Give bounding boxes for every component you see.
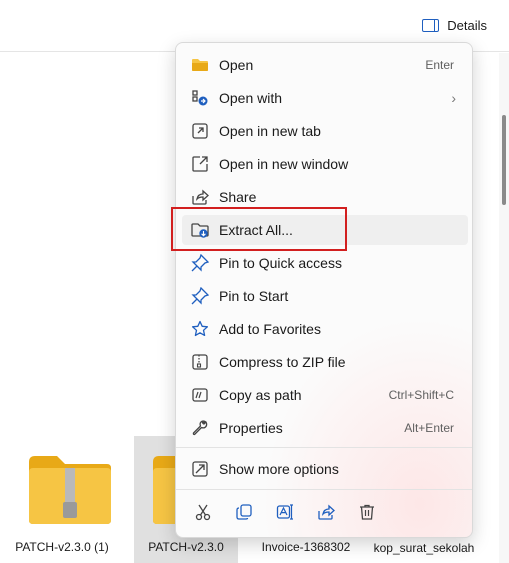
rename-icon xyxy=(276,504,293,520)
menu-item-open-with[interactable]: Open with › xyxy=(182,83,468,113)
menu-shortcut: Ctrl+Shift+C xyxy=(388,388,454,402)
scrollbar-thumb[interactable] xyxy=(502,115,506,205)
menu-item-open[interactable]: Open Enter xyxy=(182,50,468,80)
menu-label: Compress to ZIP file xyxy=(219,354,346,370)
pin-start-icon xyxy=(191,287,209,305)
menu-label: Properties xyxy=(219,420,283,436)
open-with-icon xyxy=(192,90,208,106)
file-name: PATCH-v2.3.0 (1) xyxy=(15,540,109,554)
delete-icon xyxy=(359,504,374,520)
cut-button[interactable] xyxy=(182,495,223,529)
zip-folder-icon xyxy=(29,456,111,524)
menu-label: Open in new tab xyxy=(219,123,321,139)
menu-label: Copy as path xyxy=(219,387,302,403)
quick-actions-bar xyxy=(182,495,468,529)
file-tile[interactable]: PATCH-v2.3.0 (1) xyxy=(10,436,114,563)
rename-button[interactable] xyxy=(264,495,305,529)
share-icon xyxy=(317,504,335,520)
menu-label: Add to Favorites xyxy=(219,321,321,337)
details-button[interactable]: Details xyxy=(422,14,487,36)
menu-item-open-new-window[interactable]: Open in new window xyxy=(182,149,468,179)
menu-item-properties[interactable]: Properties Alt+Enter xyxy=(182,413,468,443)
menu-item-show-more[interactable]: Show more options xyxy=(182,454,468,484)
menu-item-add-favorites[interactable]: Add to Favorites xyxy=(182,314,468,344)
new-tab-icon xyxy=(192,123,208,139)
vertical-scrollbar[interactable] xyxy=(499,53,509,563)
show-more-icon xyxy=(192,461,208,477)
context-menu: Open Enter Open with › Open in new tab O… xyxy=(175,42,473,538)
copy-path-icon xyxy=(192,388,208,402)
menu-item-pin-start[interactable]: Pin to Start xyxy=(182,281,468,311)
highlight-annotation-box xyxy=(171,207,347,251)
menu-label: Open xyxy=(219,57,254,73)
file-name: Invoice-1368302 xyxy=(261,540,351,554)
wrench-icon xyxy=(192,420,208,436)
menu-item-open-new-tab[interactable]: Open in new tab xyxy=(182,116,468,146)
folder-open-icon xyxy=(192,59,208,71)
cut-icon xyxy=(195,504,210,521)
share-icon xyxy=(192,189,209,205)
chevron-right-icon: › xyxy=(451,90,456,106)
menu-label: Pin to Quick access xyxy=(219,255,342,271)
menu-item-pin-quick-access[interactable]: Pin to Quick access xyxy=(182,248,468,278)
menu-shortcut: Alt+Enter xyxy=(404,421,454,435)
menu-label: Pin to Start xyxy=(219,288,289,304)
menu-shortcut: Enter xyxy=(425,58,454,72)
star-icon xyxy=(191,320,209,337)
menu-separator xyxy=(176,447,472,448)
zip-icon xyxy=(192,354,208,370)
menu-label: Show more options xyxy=(219,461,339,477)
copy-button[interactable] xyxy=(223,495,264,529)
details-pane-icon xyxy=(422,18,440,32)
details-label: Details xyxy=(447,17,487,33)
new-window-icon xyxy=(192,156,208,172)
file-name: PATCH-v2.3.0 xyxy=(148,540,224,554)
menu-label: Open in new window xyxy=(219,156,349,172)
delete-button[interactable] xyxy=(346,495,387,529)
menu-item-copy-path[interactable]: Copy as path Ctrl+Shift+C xyxy=(182,380,468,410)
menu-separator xyxy=(176,489,472,490)
menu-label: Open with xyxy=(219,90,283,106)
share-action-button[interactable] xyxy=(305,495,346,529)
menu-label: Share xyxy=(219,189,257,205)
file-name: kop_surat_sekolah xyxy=(373,541,475,555)
pin-icon xyxy=(191,254,209,272)
menu-item-compress-zip[interactable]: Compress to ZIP file xyxy=(182,347,468,377)
copy-icon xyxy=(235,504,252,520)
